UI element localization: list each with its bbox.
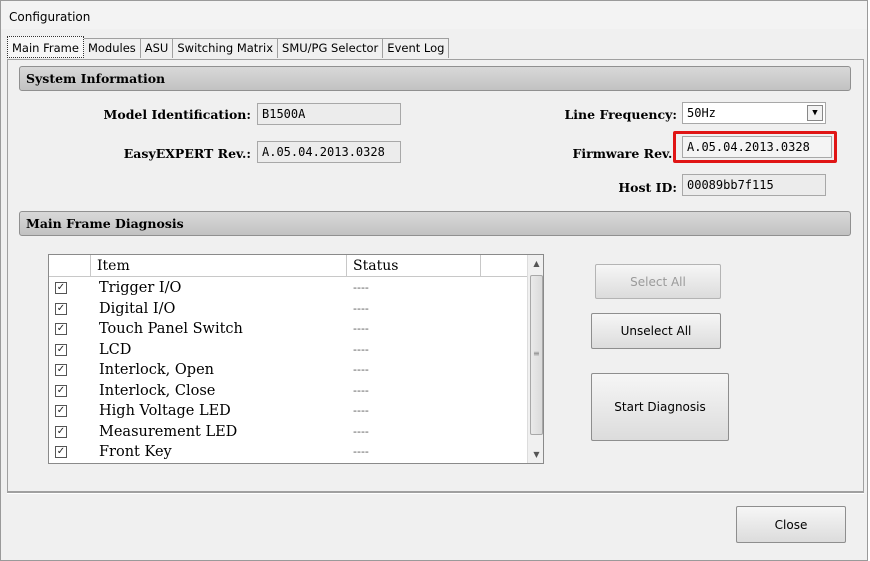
- scroll-down-icon[interactable]: ▼: [528, 446, 543, 463]
- host-id-field: 00089bb7f115: [682, 174, 826, 196]
- item-label: Interlock, Close: [99, 382, 216, 399]
- main-frame-diagnosis-header: Main Frame Diagnosis: [19, 211, 851, 236]
- scroll-thumb[interactable]: ≡: [530, 275, 543, 435]
- list-item[interactable]: ✓ Interlock, Open ----: [49, 360, 527, 381]
- item-label: Measurement LED: [99, 423, 238, 440]
- grip-icon: ≡: [533, 349, 540, 358]
- list-item[interactable]: ✓ Measurement LED ----: [49, 422, 527, 443]
- start-diagnosis-button[interactable]: Start Diagnosis: [591, 373, 729, 441]
- status-value: ----: [353, 424, 369, 438]
- checkbox[interactable]: ✓: [55, 446, 67, 458]
- checkbox[interactable]: ✓: [55, 343, 67, 356]
- easyexpert-rev-label: EasyEXPERT Rev.:: [123, 146, 251, 161]
- item-label: Interlock, Open: [99, 362, 214, 378]
- tab-strip: Main Frame Modules ASU Switching Matrix …: [7, 36, 450, 60]
- diagnosis-list: Item Status ✓ Trigger I/O ---- ✓ Digital…: [48, 254, 544, 464]
- host-id-label: Host ID:: [618, 180, 677, 195]
- header-item[interactable]: Item: [91, 255, 347, 277]
- tab-asu[interactable]: ASU: [140, 38, 174, 58]
- list-header: Item Status: [49, 255, 543, 277]
- list-item[interactable]: ✓ Touch Panel Switch ----: [49, 319, 527, 340]
- status-value: ----: [353, 383, 369, 397]
- status-value: ----: [353, 445, 369, 458]
- checkbox[interactable]: ✓: [55, 425, 67, 438]
- status-value: ----: [353, 322, 369, 335]
- window-title: Configuration: [9, 10, 91, 24]
- model-identification-field: B1500A: [257, 103, 401, 125]
- tab-event-log[interactable]: Event Log: [383, 38, 450, 58]
- item-label: Front Key: [99, 444, 172, 460]
- list-item[interactable]: ✓ LCD ----: [49, 340, 527, 361]
- close-button[interactable]: Close: [736, 506, 846, 543]
- firmware-highlight-box: [673, 131, 837, 163]
- header-check-column: [49, 255, 91, 277]
- item-label: LCD: [99, 341, 132, 358]
- checkbox[interactable]: ✓: [55, 323, 67, 335]
- system-information-header: System Information: [19, 66, 851, 91]
- item-label: Trigger I/O: [99, 280, 182, 296]
- scroll-up-icon[interactable]: ▲: [528, 255, 543, 272]
- status-value: ----: [353, 281, 369, 294]
- item-label: Touch Panel Switch: [99, 321, 243, 337]
- model-identification-label: Model Identification:: [103, 107, 251, 122]
- status-value: ----: [353, 301, 369, 315]
- tab-smu-pg-selector[interactable]: SMU/PG Selector: [278, 38, 384, 58]
- list-rows: ✓ Trigger I/O ---- ✓ Digital I/O ---- ✓ …: [49, 278, 527, 463]
- checkbox[interactable]: ✓: [55, 302, 67, 315]
- vertical-scrollbar[interactable]: ▲ ≡ ▼: [527, 255, 543, 463]
- line-frequency-label: Line Frequency:: [564, 107, 677, 122]
- checkbox[interactable]: ✓: [55, 364, 67, 376]
- item-label: High Voltage LED: [99, 403, 231, 419]
- header-status[interactable]: Status: [347, 255, 481, 277]
- status-value: ----: [353, 342, 369, 356]
- tab-main-frame[interactable]: Main Frame: [7, 36, 84, 58]
- status-value: ----: [353, 404, 369, 417]
- tab-switching-matrix[interactable]: Switching Matrix: [173, 38, 279, 58]
- configuration-window: Configuration Main Frame Modules ASU Swi…: [0, 0, 868, 561]
- unselect-all-button[interactable]: Unselect All: [591, 313, 721, 349]
- line-frequency-select[interactable]: 50Hz ▼: [682, 102, 826, 124]
- list-item[interactable]: ✓ Trigger I/O ----: [49, 278, 527, 299]
- checkbox[interactable]: ✓: [55, 282, 67, 294]
- footer-separator: [7, 492, 864, 494]
- firmware-rev-label: Firmware Rev.:: [572, 146, 678, 161]
- line-frequency-value: 50Hz: [687, 106, 716, 120]
- list-item[interactable]: ✓ Interlock, Close ----: [49, 381, 527, 402]
- list-item[interactable]: ✓ High Voltage LED ----: [49, 401, 527, 422]
- checkbox[interactable]: ✓: [55, 384, 67, 397]
- dropdown-arrow-icon[interactable]: ▼: [807, 105, 823, 121]
- tab-modules[interactable]: Modules: [83, 38, 141, 58]
- checkbox[interactable]: ✓: [55, 405, 67, 417]
- item-label: Digital I/O: [99, 300, 176, 317]
- easyexpert-rev-field: A.05.04.2013.0328: [257, 141, 401, 163]
- list-item[interactable]: ✓ Digital I/O ----: [49, 299, 527, 320]
- list-item[interactable]: ✓ Front Key ----: [49, 442, 527, 463]
- status-value: ----: [353, 363, 369, 376]
- select-all-button[interactable]: Select All: [595, 264, 721, 299]
- title-bar: Configuration: [1, 1, 867, 29]
